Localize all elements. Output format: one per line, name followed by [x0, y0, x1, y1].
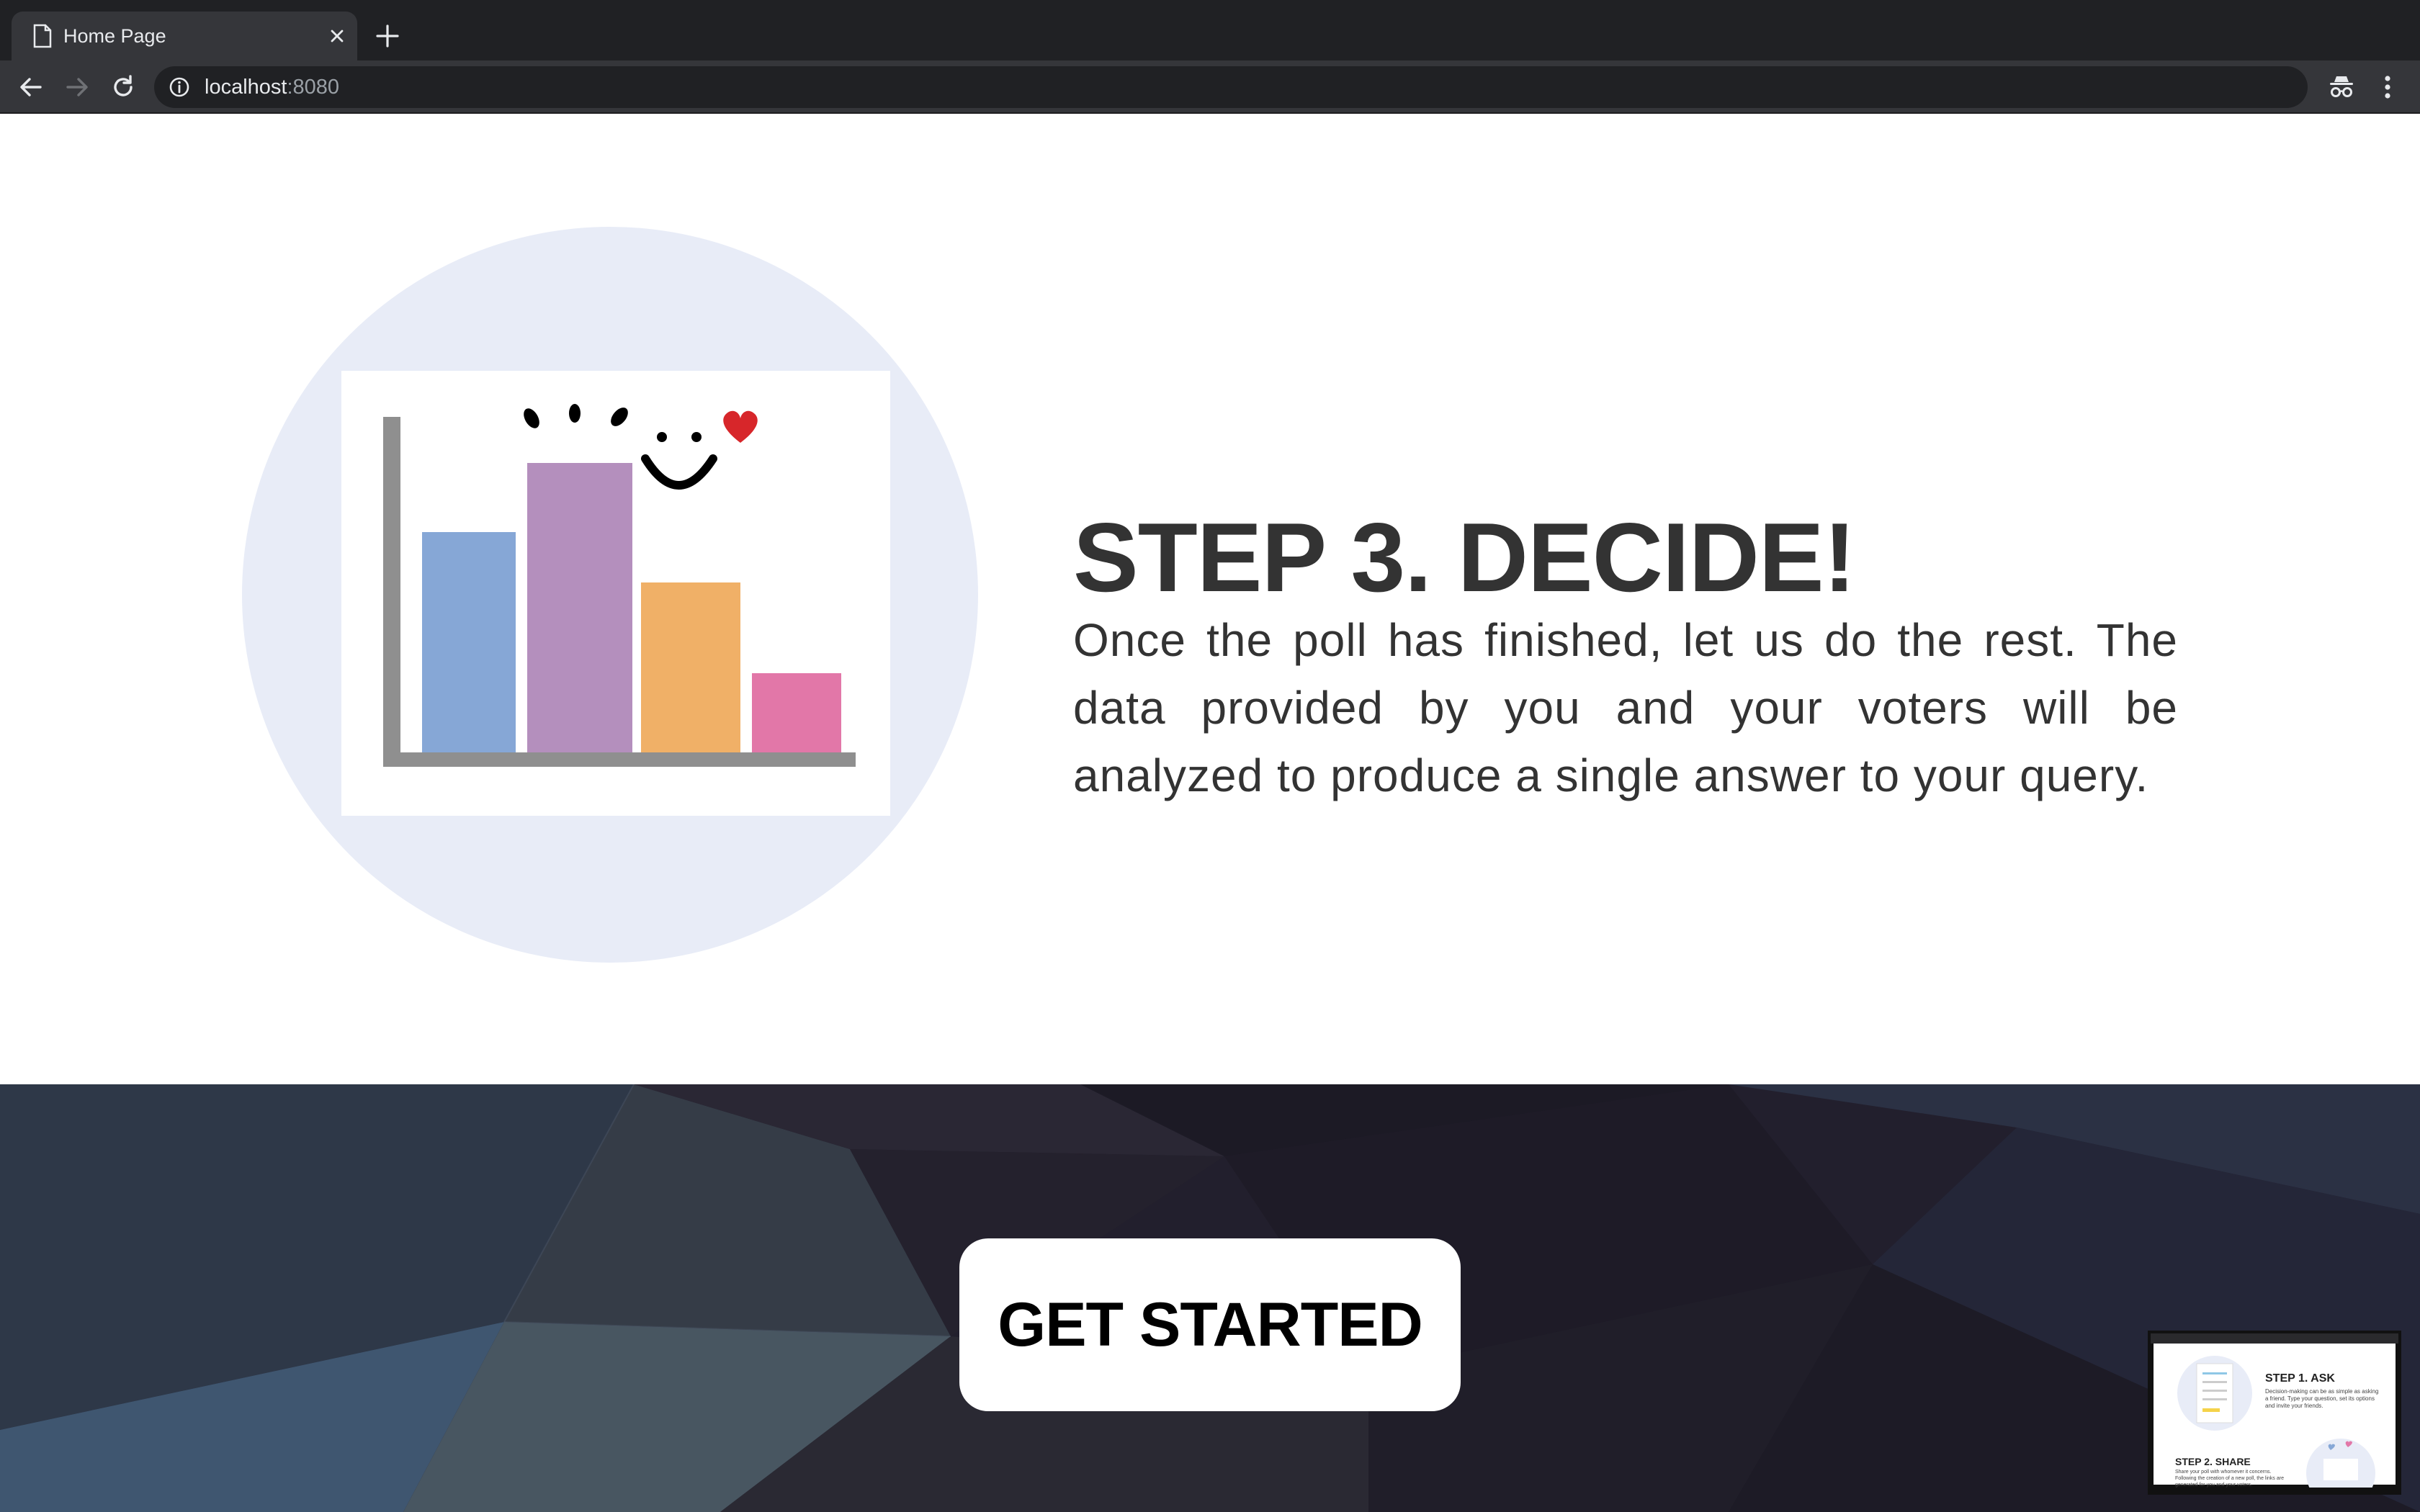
url-host: localhost: [205, 76, 287, 99]
incognito-icon[interactable]: [2326, 72, 2357, 102]
url-text: localhost:8080: [205, 76, 339, 99]
step-title: STEP 3. DECIDE!: [1073, 503, 1856, 613]
info-icon[interactable]: [169, 76, 190, 98]
get-started-button[interactable]: GET STARTED: [959, 1238, 1461, 1411]
reload-icon[interactable]: [108, 72, 138, 102]
forward-arrow-icon[interactable]: [62, 72, 92, 102]
thumbnail-step1-title: STEP 1. ASK: [2265, 1372, 2335, 1385]
close-tab-icon[interactable]: [326, 24, 349, 48]
thumbnail-share-illustration: [2306, 1439, 2375, 1488]
step-section: STEP 3. DECIDE! Once the poll has finish…: [0, 114, 2420, 1084]
browser-toolbar: localhost:8080: [0, 60, 2420, 114]
thumbnail-chrome: [2151, 1333, 2398, 1344]
cta-section: GET STARTED: [0, 1084, 2420, 1512]
browser-tab-bar: Home Page: [0, 0, 2420, 60]
smiley-eye: [657, 432, 667, 442]
address-bar[interactable]: localhost:8080: [154, 66, 2308, 108]
bar-purple: [527, 463, 632, 752]
more-menu-icon[interactable]: [2377, 72, 2398, 102]
screenshot-thumbnail[interactable]: STEP 1. ASK Decision-making can be as si…: [2148, 1331, 2401, 1495]
browser-tab[interactable]: Home Page: [12, 12, 357, 60]
bar-orange: [641, 582, 740, 752]
url-port: :8080: [287, 76, 340, 99]
thumbnail-step2-title: STEP 2. SHARE: [2175, 1456, 2251, 1467]
step-description: Once the poll has finished, let us do th…: [1073, 614, 2178, 801]
bar-blue: [422, 532, 516, 752]
thumbnail-page: STEP 1. ASK Decision-making can be as si…: [2154, 1344, 2396, 1488]
back-arrow-icon[interactable]: [16, 72, 46, 102]
smiley-eye: [691, 432, 702, 442]
thumbnail-step1-text: Decision-making can be as simple as aski…: [2265, 1388, 2379, 1409]
chart-x-axis: [383, 752, 856, 767]
new-tab-icon[interactable]: [373, 22, 402, 50]
thumbnail-step2-text: Share your poll with whomever it concern…: [2175, 1470, 2284, 1488]
motion-mark: [569, 404, 581, 423]
bar-pink: [752, 673, 841, 752]
thumbnail-document-illustration: [2177, 1356, 2252, 1431]
bar-chart-illustration: [242, 227, 978, 963]
page-icon: [33, 24, 52, 48]
tab-title: Home Page: [63, 25, 166, 47]
chart-y-axis: [383, 417, 400, 767]
